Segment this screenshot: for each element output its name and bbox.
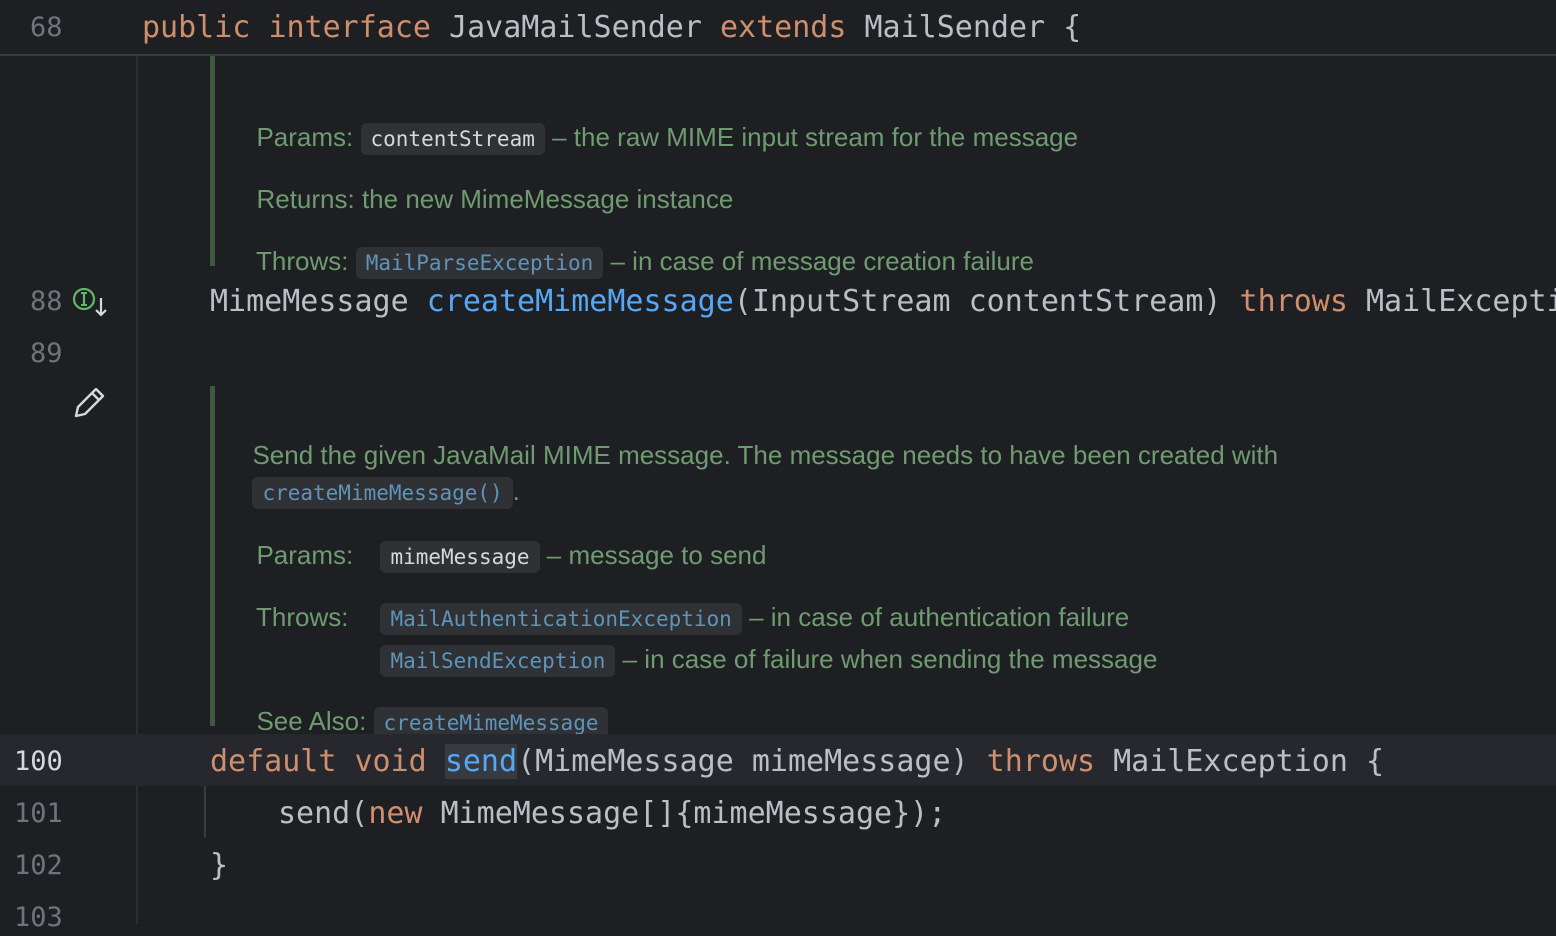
doc2-throws-desc-2: – in case of failure when sending the me… [622,644,1158,674]
return-type: MimeMessage [210,284,409,319]
doc1-throws-label: Throws: [255,246,349,276]
line-number-103: 103 [14,902,63,933]
line-number-89: 89 [30,338,63,369]
doc2-summary-end: . [512,476,520,506]
throws-keyword: throws [1239,284,1348,319]
extends-keyword: extends [720,10,847,45]
doc1-throws-desc: – in case of message creation failure [610,246,1034,276]
doc2-throws-row2: MailSendException – in case of failure w… [366,608,1158,678]
indent-guide [204,786,206,838]
line-number-101: 101 [14,798,63,829]
method-name-send[interactable]: send [444,744,518,779]
method-args: (MimeMessage mimeMessage) [517,744,969,779]
code-line-101[interactable]: send(new MimeMessage[]{mimeMessage}); [278,796,946,832]
code-line-100[interactable]: default void send(MimeMessage mimeMessag… [210,744,1384,780]
throws-keyword: throws [986,744,1096,779]
interface-name: JavaMailSender [449,10,702,45]
code-line-102[interactable]: } [210,848,228,884]
doc2-see-also-row: See Also: createMimeMessage [242,670,609,740]
method-name-createMimeMessage[interactable]: createMimeMessage [427,284,734,319]
implemented-method-icon[interactable] [72,284,112,320]
line-number-102: 102 [14,850,63,881]
doc2-see-label: See Also: [256,706,367,736]
doc1-throws-row: Throws: MailParseException – in case of … [242,210,1034,280]
parent-interface: MailSender { [864,10,1082,45]
doc2-throws-label-cell: Throws: [242,566,348,634]
doc-comment-block-2 [210,386,215,726]
exception-type: MailException { [1113,744,1385,779]
doc2-throws-label: Throws: [255,602,349,632]
public-keyword: public [142,10,251,45]
doc2-params-label-cell: Params: [242,504,353,572]
doc1-params-row: Params: contentStream – the raw MIME inp… [242,86,1078,156]
pencil-icon[interactable] [72,384,108,420]
array-expression: MimeMessage[]{mimeMessage}); [440,796,947,831]
method-args: (InputStream contentStream) [733,284,1222,319]
doc-comment-block-1 [210,54,215,266]
gutter-separator [136,54,138,924]
code-line-68[interactable]: public interface JavaMailSender extends … [142,10,1081,46]
sticky-scroll-header[interactable]: 68 public interface JavaMailSender exten… [0,0,1556,56]
closing-brace: } [210,848,229,883]
doc1-returns-row: Returns: the new MimeMessage instance [242,148,733,216]
line-number-68: 68 [30,12,63,43]
void-keyword: void [354,744,427,779]
interface-keyword: interface [268,10,431,45]
default-keyword: default [210,744,337,779]
line-number-88: 88 [30,286,63,317]
doc2-params-row: mimeMessage – message to send [366,504,766,574]
send-call: send( [278,796,369,831]
doc2-summary-line2: createMimeMessage(). [238,440,520,510]
code-line-88[interactable]: MimeMessage createMimeMessage(InputStrea… [210,284,1556,320]
new-keyword: new [368,796,423,831]
line-number-100: 100 [14,746,63,777]
exception-type: MailException; [1365,284,1556,319]
doc1-throws-exception-link[interactable]: MailParseException [355,247,604,280]
